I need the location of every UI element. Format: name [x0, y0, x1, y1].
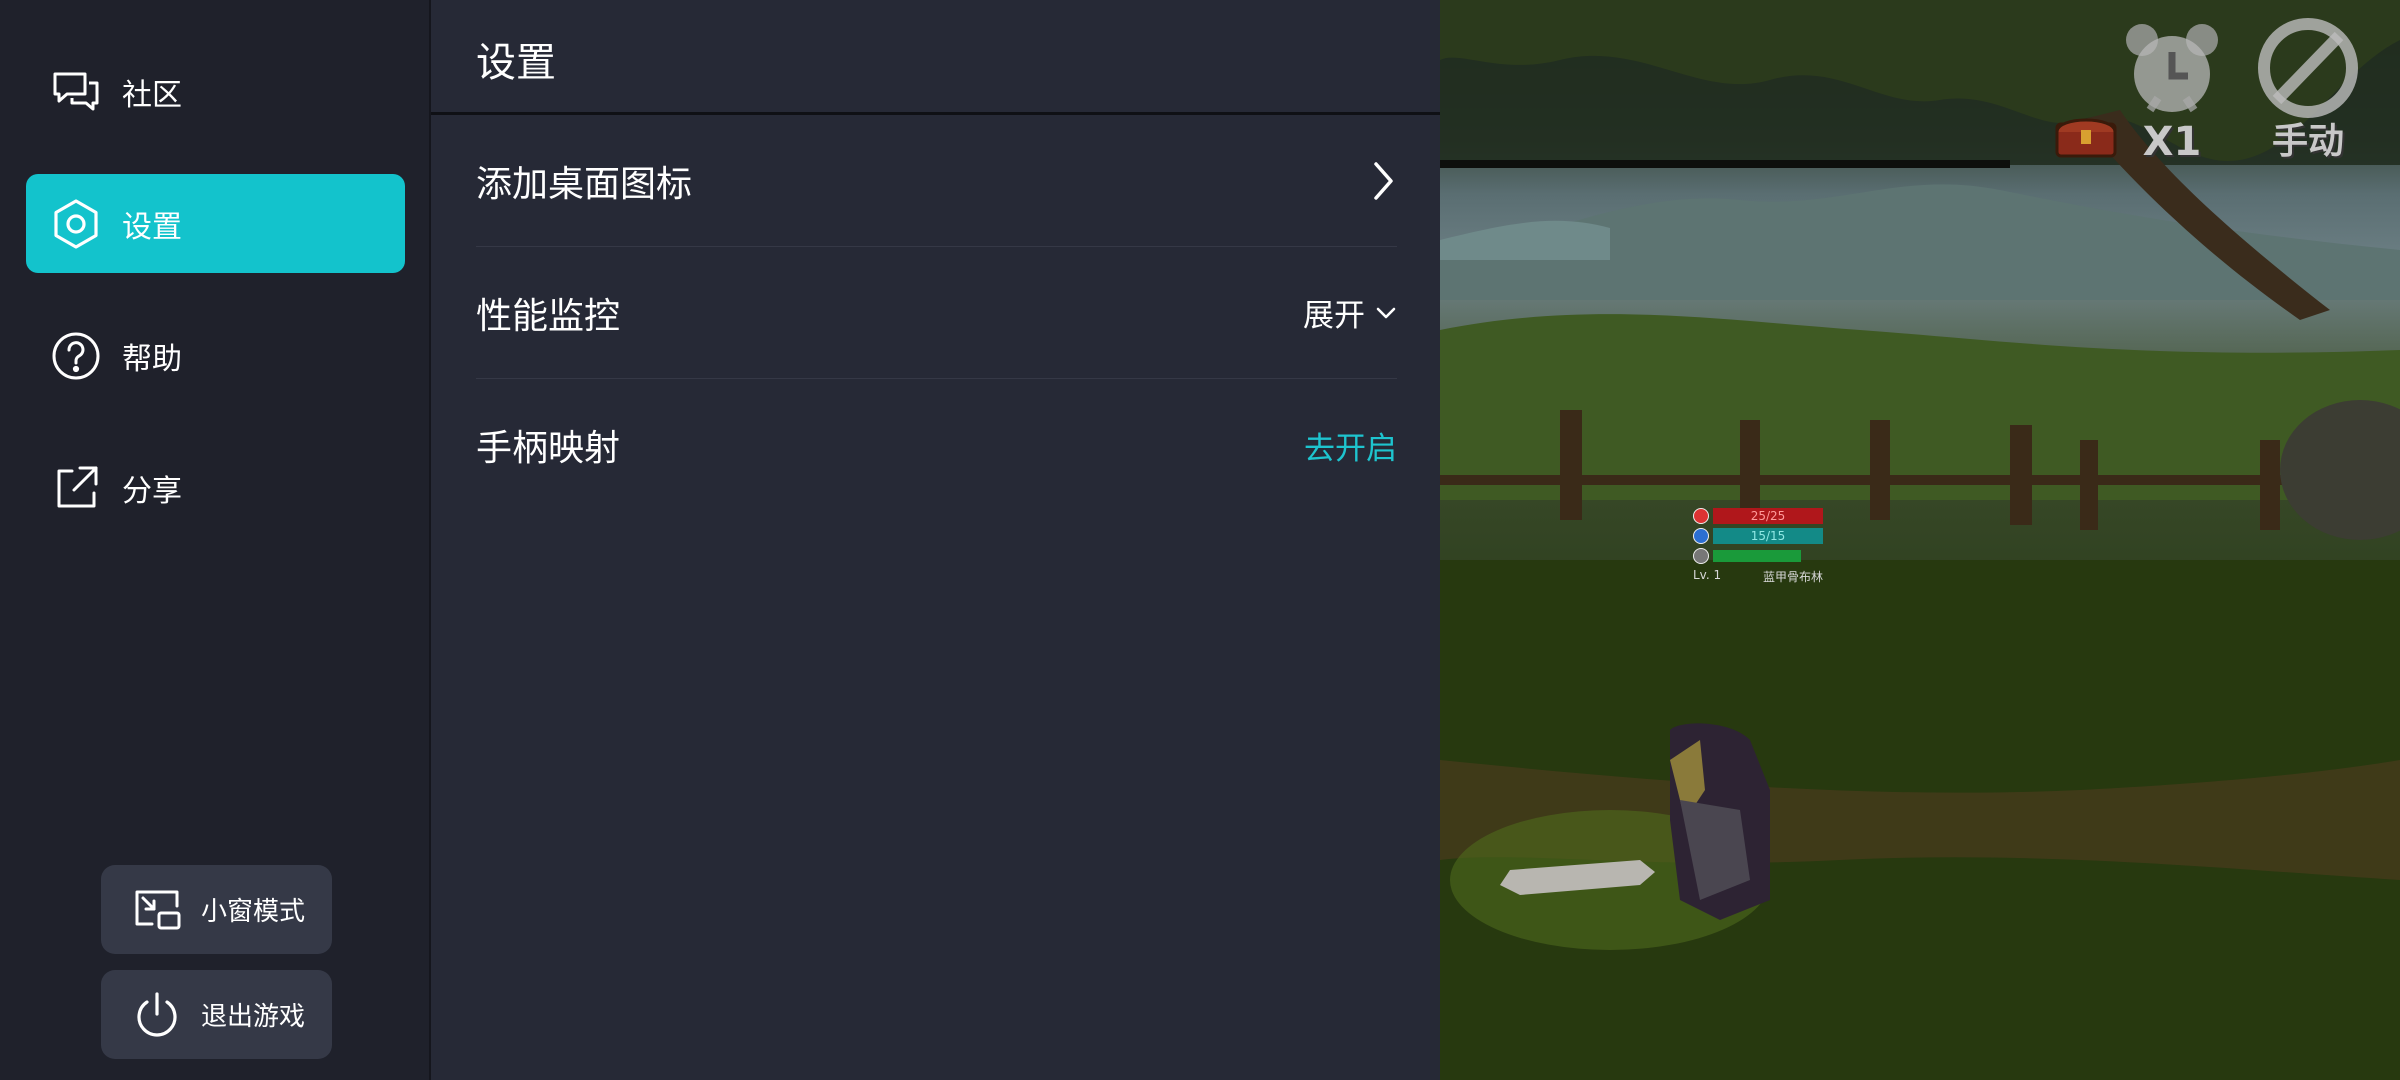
- sidebar-item-help[interactable]: 帮助: [26, 306, 405, 405]
- expand-label: 展开: [1303, 298, 1365, 334]
- row-label: 性能监控: [476, 295, 621, 337]
- hexagon-settings-icon: [50, 198, 102, 250]
- row-label: 手柄映射: [476, 428, 621, 469]
- enemy-status: 25/25 15/15 Lv. 1 蓝甲骨布林: [1693, 508, 1823, 585]
- treasure-chest-icon[interactable]: [2053, 110, 2119, 160]
- sidebar-item-community[interactable]: 社区: [26, 42, 405, 141]
- sidebar: 社区 设置 帮助 分享 小窗模式 退出游戏: [0, 0, 431, 1080]
- settings-panel: 设置 添加桌面图标 性能监控 展开 手柄映射 去开启: [431, 0, 1440, 1080]
- page-title: 设置: [476, 40, 556, 86]
- chevron-right-icon: [1359, 160, 1397, 202]
- chat-bubbles-icon: [50, 66, 102, 118]
- mp-icon: [1693, 528, 1709, 544]
- exit-game-button[interactable]: 退出游戏: [101, 970, 332, 1059]
- game-viewport[interactable]: 25/25 15/15 Lv. 1 蓝甲骨布林 X1 手动: [1440, 0, 2400, 1080]
- sidebar-item-label: 社区: [122, 77, 182, 113]
- chevron-down-icon: [1376, 307, 1396, 318]
- enable-link[interactable]: 去开启: [1304, 423, 1397, 468]
- sidebar-item-label: 分享: [122, 473, 182, 509]
- expand-dropdown[interactable]: 展开: [1303, 290, 1397, 335]
- exp-bar: [1713, 550, 1801, 562]
- manual-toggle[interactable]: 手动: [2248, 18, 2368, 162]
- level-text: Lv. 1: [1693, 568, 1722, 582]
- settings-row-add-desktop-icon[interactable]: 添加桌面图标: [476, 115, 1397, 247]
- prohibit-icon: [2258, 18, 2358, 118]
- mini-window-label: 小窗模式: [201, 897, 306, 927]
- settings-row-performance-monitor[interactable]: 性能监控 展开: [476, 247, 1397, 379]
- question-circle-icon: [50, 330, 102, 382]
- sidebar-item-label: 设置: [122, 209, 182, 245]
- speed-toggle[interactable]: X1: [2120, 18, 2224, 162]
- sidebar-item-share[interactable]: 分享: [26, 438, 405, 537]
- exp-icon: [1693, 548, 1709, 564]
- sidebar-item-label: 帮助: [122, 341, 182, 377]
- power-icon: [131, 989, 183, 1041]
- row-label: 添加桌面图标: [476, 163, 693, 205]
- hp-icon: [1693, 508, 1709, 524]
- manual-label: 手动: [2271, 121, 2344, 162]
- mp-bar: 15/15: [1713, 528, 1823, 544]
- exit-game-label: 退出游戏: [201, 1002, 306, 1032]
- sidebar-item-settings[interactable]: 设置: [26, 174, 405, 273]
- mini-window-button[interactable]: 小窗模式: [101, 865, 332, 954]
- settings-row-gamepad-mapping[interactable]: 手柄映射 去开启: [476, 379, 1397, 511]
- share-external-icon: [50, 462, 102, 514]
- hp-bar: 25/25: [1713, 508, 1823, 524]
- speed-label: X1: [2142, 119, 2202, 165]
- picture-in-picture-icon: [131, 884, 183, 936]
- enemy-name: 蓝甲骨布林: [1762, 570, 1823, 584]
- alarm-clock-icon: [2126, 24, 2218, 113]
